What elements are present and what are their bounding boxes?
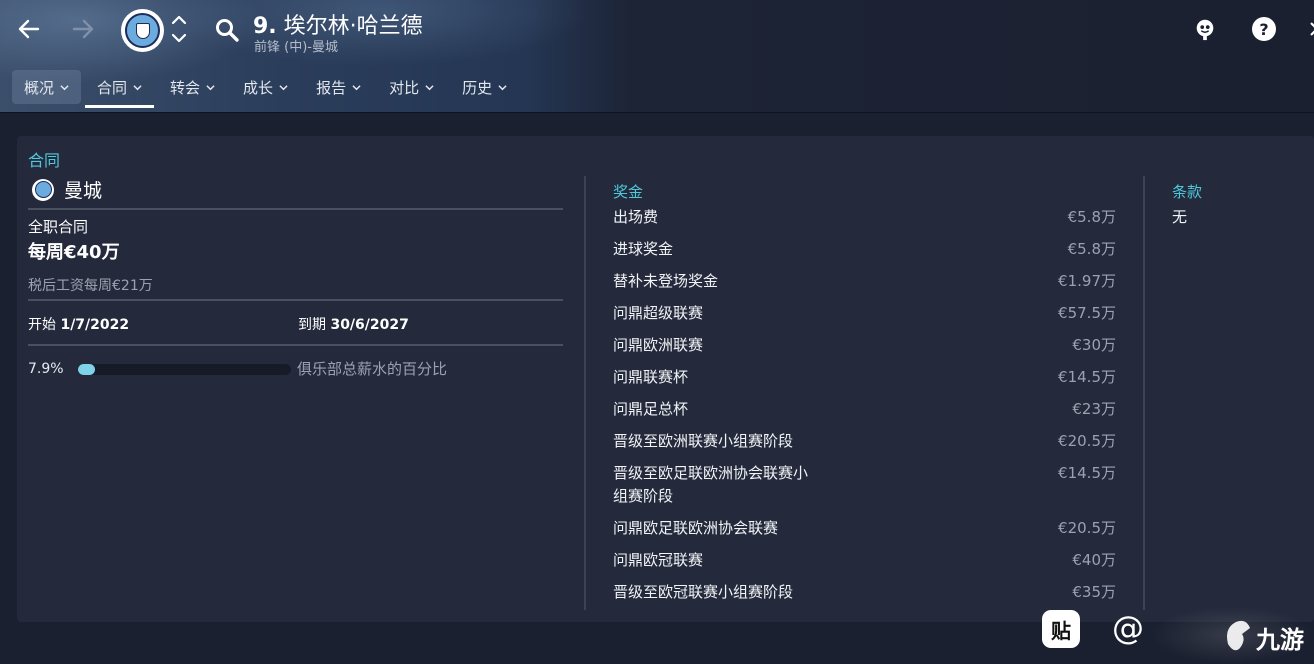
player-position-club: 前锋 (中)-曼城	[254, 40, 338, 55]
bonus-label: 晋级至欧洲联赛小组赛阶段	[613, 432, 794, 450]
start-date: 1/7/2022	[60, 317, 130, 333]
bonus-value: €5.8万	[1067, 208, 1116, 226]
bonus-value: €14.5万	[1058, 368, 1116, 386]
bonus-value: €1.97万	[1058, 272, 1116, 290]
bonus-label: 问鼎超级联赛	[613, 304, 704, 322]
bonuses-title: 奖金	[613, 183, 644, 201]
bonus-label: 出场费	[613, 208, 659, 226]
bonus-value: €20.5万	[1058, 432, 1116, 450]
forward-button[interactable]	[68, 14, 98, 44]
chevron-down-icon	[498, 84, 507, 90]
wage-percent-bar	[78, 364, 291, 375]
bonus-value: €14.5万	[1058, 464, 1116, 482]
contract-club[interactable]: 曼城	[32, 176, 102, 203]
tab-transfer[interactable]: 转会	[158, 70, 227, 104]
panel-title: 合同	[28, 151, 61, 170]
bonus-value: €40万	[1072, 551, 1116, 569]
column-divider	[584, 176, 586, 610]
watermark-site-logo: 九游	[1227, 620, 1304, 654]
watermark-paste-icon: 贴	[1042, 610, 1080, 648]
bonus-value: €20.5万	[1058, 519, 1116, 537]
assistant-button[interactable]	[1192, 16, 1218, 42]
bonus-value: €30万	[1072, 336, 1116, 354]
watermark-site-text: 九游	[1255, 626, 1304, 654]
bonus-label: 问鼎欧洲联赛	[613, 336, 704, 354]
tab-label: 对比	[389, 78, 420, 97]
bonus-value: €57.5万	[1058, 304, 1116, 322]
bonus-label: 进球奖金	[613, 240, 674, 258]
close-icon	[1310, 22, 1314, 36]
bonus-label: 晋级至欧足联欧洲协会联赛小组赛阶段	[613, 464, 809, 505]
chevron-down-icon	[206, 84, 215, 90]
tab-label: 合同	[97, 78, 128, 97]
tab-history[interactable]: 历史	[450, 70, 519, 104]
column-divider	[1143, 176, 1145, 610]
chevron-down-icon	[60, 84, 69, 90]
bonus-label: 问鼎联赛杯	[613, 368, 689, 386]
contract-start: 开始 1/7/2022	[28, 314, 129, 334]
contract-type: 全职合同	[28, 218, 89, 236]
tab-reports[interactable]: 报告	[304, 70, 373, 104]
bonus-value: €5.8万	[1067, 240, 1116, 258]
tab-label: 成长	[243, 78, 274, 97]
contract-end: 到期 30/6/2027	[298, 314, 409, 334]
arrow-left-icon	[18, 19, 40, 39]
chevron-down-icon	[133, 84, 142, 90]
tab-label: 报告	[316, 78, 347, 97]
divider	[28, 344, 563, 346]
start-label: 开始	[28, 317, 56, 333]
close-button[interactable]	[1304, 16, 1314, 42]
clauses-title: 条款	[1172, 183, 1203, 201]
wage-percent-label: 俱乐部总薪水的百分比	[297, 360, 448, 378]
divider	[28, 208, 563, 210]
chevron-down-icon	[425, 84, 434, 90]
bonus-value: €23万	[1072, 400, 1116, 418]
tab-bar: 概况 合同 转会 成长 报告 对比 历史	[12, 70, 523, 108]
tab-contract[interactable]: 合同	[85, 70, 155, 108]
bonus-label: 替补未登场奖金	[613, 272, 719, 290]
bonus-label: 问鼎欧冠联赛	[613, 551, 704, 569]
wage-percent: 7.9%	[28, 361, 64, 377]
bonus-value: €35万	[1072, 583, 1116, 601]
club-badge-icon[interactable]	[121, 9, 164, 52]
chevron-down-icon	[352, 84, 361, 90]
club-logo-icon	[32, 178, 54, 201]
help-button[interactable]: ?	[1251, 16, 1277, 42]
search-icon[interactable]	[214, 17, 240, 43]
end-label: 到期	[298, 317, 326, 333]
tab-label: 概况	[24, 78, 55, 97]
clauses-value: 无	[1172, 208, 1188, 226]
tab-development[interactable]: 成长	[231, 70, 300, 104]
club-name: 曼城	[64, 180, 103, 202]
tab-overview[interactable]: 概况	[12, 70, 82, 104]
chevron-down-icon	[279, 84, 288, 90]
back-button[interactable]	[14, 14, 44, 44]
up-down-chevron-icon[interactable]	[170, 12, 188, 46]
bonus-label: 问鼎足总杯	[613, 400, 689, 418]
player-header: 9. 埃尔林·哈兰德 前锋 (中)-曼城 ? 概况 合同 转会 成长 报告 对比…	[0, 0, 1314, 113]
mascot-icon	[1196, 19, 1214, 41]
tab-label: 转会	[170, 78, 201, 97]
wage-percent-bar-fill	[78, 364, 95, 375]
weekly-wage: 每周€40万	[28, 242, 120, 263]
watermark-at-icon: @	[1112, 609, 1144, 647]
after-tax-wage: 税后工资每周€21万	[28, 278, 153, 294]
tab-compare[interactable]: 对比	[377, 70, 446, 104]
bonus-label: 问鼎欧足联欧洲协会联赛	[613, 519, 779, 537]
arrow-right-icon	[72, 19, 94, 39]
tab-label: 历史	[462, 78, 493, 97]
help-icon: ?	[1252, 17, 1276, 41]
end-date: 30/6/2027	[330, 317, 409, 333]
bonus-label: 晋级至欧冠联赛小组赛阶段	[613, 583, 794, 601]
divider	[28, 299, 563, 301]
